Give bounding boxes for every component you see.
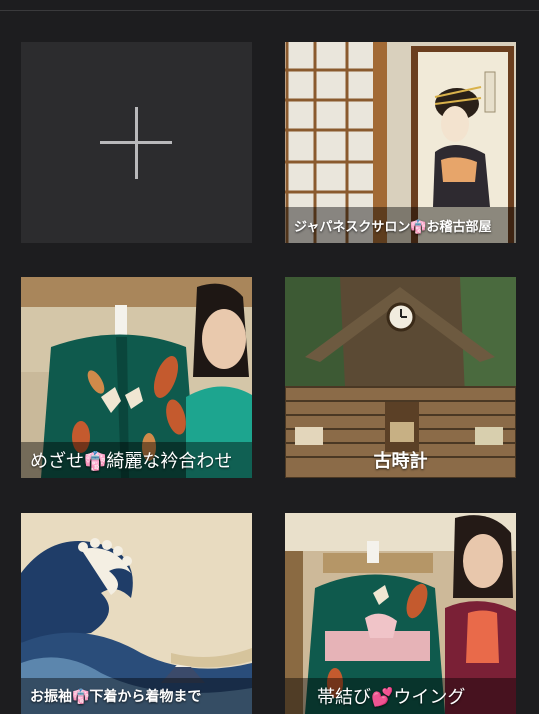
album-tile-furisode[interactable]: お振袖👘下着から着物まで: [21, 513, 252, 714]
album-tile-japanese-salon[interactable]: ジャパネスクサロン👘お稽古部屋: [285, 42, 516, 243]
album-title: お振袖👘下着から着物まで: [21, 678, 252, 714]
album-title: 帯結び💕ウイング: [285, 678, 516, 714]
album-tile-mezase[interactable]: めざせ👘綺麗な衿合わせ: [21, 277, 252, 478]
album-title: ジャパネスクサロン👘お稽古部屋: [285, 207, 516, 243]
top-bar: [0, 0, 539, 11]
album-tile-old-clock[interactable]: 古時計: [285, 277, 516, 478]
album-title: めざせ👘綺麗な衿合わせ: [21, 442, 252, 478]
album-tile-obi[interactable]: 帯結び💕ウイング: [285, 513, 516, 714]
add-new-tile-button[interactable]: [21, 42, 252, 243]
album-title: 古時計: [373, 451, 428, 472]
